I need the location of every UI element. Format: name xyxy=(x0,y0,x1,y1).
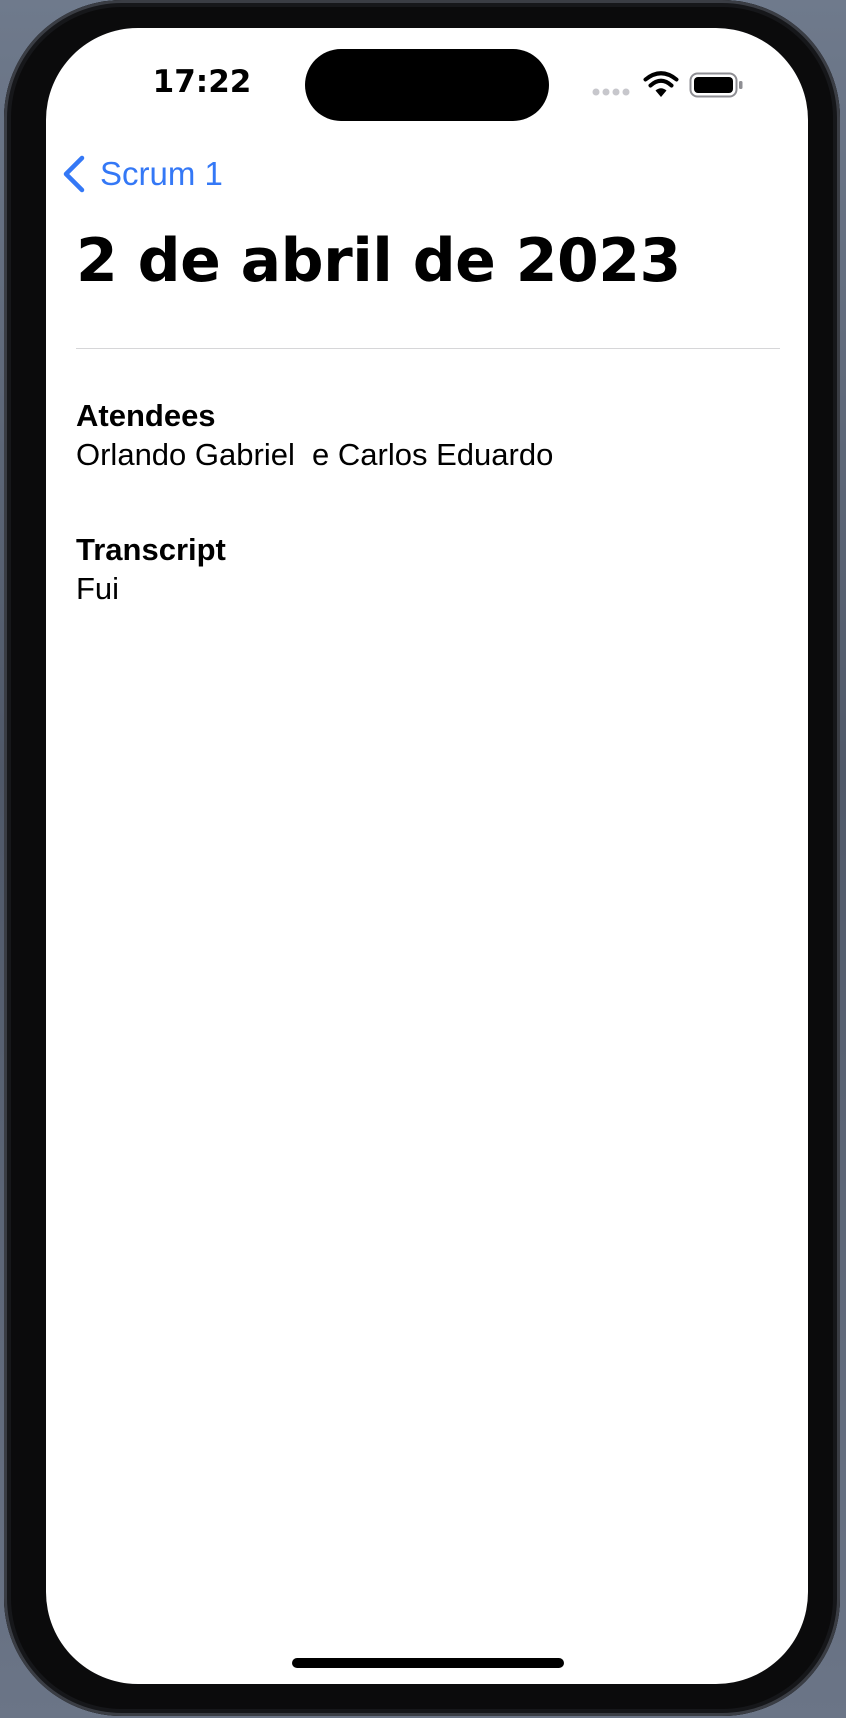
battery-icon xyxy=(689,72,743,98)
status-time: 17:22 xyxy=(152,64,252,100)
dynamic-island xyxy=(305,49,549,121)
chevron-left-icon xyxy=(63,155,85,193)
app-screen: 17:22 Scrum 1 2 de abril de 2023 Atendee… xyxy=(46,28,808,1684)
home-indicator[interactable] xyxy=(292,1658,564,1668)
phone-frame: 17:22 Scrum 1 2 de abril de 2023 Atendee… xyxy=(4,0,840,1716)
back-button[interactable]: Scrum 1 xyxy=(60,150,223,198)
title-divider xyxy=(76,348,780,349)
attendees-label: Atendees xyxy=(76,398,216,433)
page-title: 2 de abril de 2023 xyxy=(76,226,681,296)
wifi-icon xyxy=(643,71,679,97)
signal-dots-icon xyxy=(592,88,630,96)
transcript-label: Transcript xyxy=(76,532,226,567)
back-button-label: Scrum 1 xyxy=(100,155,223,192)
transcript-value: Fui xyxy=(76,571,120,606)
attendees-value: Orlando Gabriel e Carlos Eduardo xyxy=(76,437,554,472)
